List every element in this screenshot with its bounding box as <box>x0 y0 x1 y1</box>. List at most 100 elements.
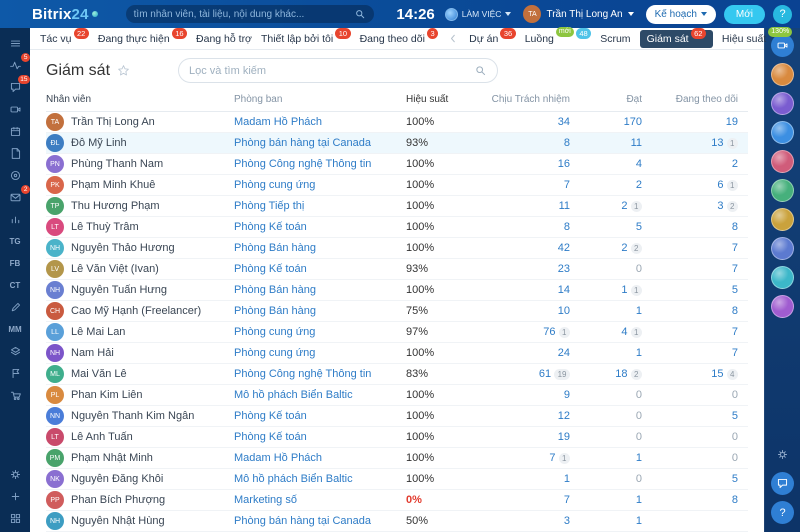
sidebar-item-automation-icon[interactable] <box>4 341 26 361</box>
sidebar-item-facebook[interactable]: FB <box>4 253 26 273</box>
work-status-dropdown[interactable]: LÀM VIỆC <box>444 7 512 21</box>
employee-name[interactable]: Lê Anh Tuấn <box>71 431 133 443</box>
column-header-5[interactable]: Đang theo dõi <box>642 94 738 105</box>
table-row[interactable]: NN Nguyễn Thanh Kim Ngân Phòng Kế toán 100%… <box>46 406 748 427</box>
sidebar-item-telegram[interactable]: TG <box>4 231 26 251</box>
table-row[interactable]: TA Trần Thị Long An Madam Hồ Phách 100% 34 17… <box>46 112 748 133</box>
employee-name[interactable]: Cao Mỹ Hạnh (Freelancer) <box>71 305 201 317</box>
resp-count-link[interactable]: 34 <box>558 116 570 128</box>
follow-count-link[interactable]: 7 <box>732 263 738 275</box>
employee-name[interactable]: Phạm Nhật Minh <box>71 452 153 464</box>
follow-count-link[interactable]: 8 <box>732 305 738 317</box>
sidebar-item-feed-icon[interactable]: 5 <box>4 53 30 75</box>
resp-count-link[interactable]: 11 <box>559 200 570 212</box>
department-link[interactable]: Phòng Kế toán <box>234 431 307 443</box>
sidebar-item-mail-icon[interactable]: 2 <box>4 185 30 207</box>
department-link[interactable]: Phòng Kế toán <box>234 410 307 422</box>
department-link[interactable]: Phòng Bán hàng <box>234 305 316 317</box>
dat-count-link[interactable]: 18 <box>615 368 627 380</box>
sidebar-item-documents-icon[interactable] <box>4 143 26 163</box>
table-row[interactable]: ML Mai Văn Lê Phòng Công nghệ Thông tin 83%… <box>46 364 748 385</box>
tab-đang-hỗ-trợ[interactable]: Đang hỗ trợ <box>196 33 252 45</box>
employee-name[interactable]: Mai Văn Lê <box>71 368 127 380</box>
column-header-2[interactable]: Hiệu suất <box>406 94 472 105</box>
employee-name[interactable]: Trần Thị Long An <box>71 116 155 128</box>
dat-count-link[interactable]: 2 <box>621 200 627 212</box>
chat-icon[interactable] <box>771 472 794 495</box>
resp-count-link[interactable]: 12 <box>558 410 570 422</box>
new-button[interactable]: Mới <box>723 4 765 24</box>
column-header-1[interactable]: Phòng ban <box>234 94 406 105</box>
recent-contact-avatar[interactable] <box>771 150 794 173</box>
resp-count-link[interactable]: 10 <box>558 305 570 317</box>
department-link[interactable]: Phòng Công nghệ Thông tin <box>234 368 371 380</box>
follow-count-link[interactable]: 19 <box>726 116 738 128</box>
resp-count-link[interactable]: 76 <box>543 326 555 338</box>
sidebar-item-market-icon[interactable] <box>4 385 26 405</box>
sidebar-item-contact-center[interactable]: CT <box>4 275 26 295</box>
table-row[interactable]: LL Lê Mai Lan Phòng cung ứng 97% 76 1 4 1 7 <box>46 322 748 343</box>
follow-count-link[interactable]: 2 <box>732 158 738 170</box>
table-row[interactable]: NH Nguyễn Thảo Hương Phòng Bán hàng 100% 42 2… <box>46 238 748 259</box>
column-header-3[interactable]: Chịu Trách nhiệm <box>472 94 570 105</box>
resp-count-link[interactable]: 23 <box>558 263 570 275</box>
employee-name[interactable]: Phan Kim Liên <box>71 389 143 401</box>
recent-contact-avatar[interactable] <box>771 63 794 86</box>
table-row[interactable]: NK Nguyễn Đăng Khôi Mô hồ phách Biển Balti… <box>46 469 748 490</box>
resp-count-link[interactable]: 19 <box>558 431 570 443</box>
resp-count-link[interactable]: 42 <box>558 242 570 254</box>
tab-tác-vụ[interactable]: Tác vụ 22 <box>40 28 89 45</box>
table-row[interactable]: PN Phùng Thanh Nam Phòng Công nghệ Thông t… <box>46 154 748 175</box>
employee-name[interactable]: Lê Thuỳ Trâm <box>71 221 139 233</box>
sidebar-item-projects-icon[interactable] <box>4 363 26 383</box>
employee-name[interactable]: Lê Văn Việt (Ivan) <box>71 263 159 275</box>
tab-luồng[interactable]: Luồng mới 48 <box>525 26 592 45</box>
follow-count-link[interactable]: 3 <box>717 200 723 212</box>
table-row[interactable]: CH Cao Mỹ Hạnh (Freelancer) Phòng Bán hàng… <box>46 301 748 322</box>
resp-count-link[interactable]: 7 <box>549 452 555 464</box>
employee-name[interactable]: Nguyễn Nhật Hùng <box>71 515 165 527</box>
follow-count-link[interactable]: 7 <box>732 242 738 254</box>
sidebar-item-drive-icon[interactable] <box>4 165 26 185</box>
dat-count-link[interactable]: 170 <box>624 116 642 128</box>
dat-count-link[interactable]: 11 <box>631 137 642 149</box>
tab-đang-theo-dõi[interactable]: Đang theo dõi 3 <box>360 28 439 45</box>
department-link[interactable]: Phòng Công nghệ Thông tin <box>234 158 371 170</box>
tab-giám-sát[interactable]: Giám sát 62 <box>639 28 713 48</box>
tab-thiết-lập-bởi-tôi[interactable]: Thiết lập bởi tôi 10 <box>261 28 351 45</box>
sidebar-item-sign-icon[interactable] <box>4 297 26 317</box>
settings-icon[interactable] <box>4 464 26 484</box>
follow-count-link[interactable]: 5 <box>732 284 738 296</box>
table-row[interactable]: LT Lê Thuỳ Trâm Phòng Kế toán 100% 8 5 8 <box>46 217 748 238</box>
employee-name[interactable]: Nguyễn Thanh Kim Ngân <box>71 410 194 422</box>
table-row[interactable]: LT Lê Anh Tuấn Phòng Kế toán 100% 19 0 0 <box>46 427 748 448</box>
follow-count-link[interactable]: 5 <box>732 473 738 485</box>
resp-count-link[interactable]: 14 <box>558 284 570 296</box>
table-row[interactable]: NH Nguyễn Tuấn Hưng Phòng Bán hàng 100% 14 1 1… <box>46 280 748 301</box>
help-icon[interactable]: ? <box>771 501 794 524</box>
tab-hiệu-suất[interactable]: Hiệu suất 130% <box>722 26 793 45</box>
department-link[interactable]: Phòng cung ứng <box>234 326 315 338</box>
table-row[interactable]: NH Nam Hải Phòng cung ứng 100% 24 1 7 <box>46 343 748 364</box>
follow-count-link[interactable]: 15 <box>711 368 723 380</box>
sidebar-item-video-calls-icon[interactable] <box>4 99 26 119</box>
plan-button[interactable]: Kế hoạch <box>645 4 716 24</box>
department-link[interactable]: Phòng cung ứng <box>234 347 315 359</box>
global-search-input[interactable]: tìm nhân viên, tài liệu, nội dung khác..… <box>125 5 374 23</box>
department-link[interactable]: Phòng Tiếp thị <box>234 200 304 212</box>
employee-name[interactable]: Nguyễn Đăng Khôi <box>71 473 163 485</box>
department-link[interactable]: Marketing số <box>234 494 297 506</box>
sidebar-item-messenger-icon[interactable]: 15 <box>4 75 30 97</box>
employee-name[interactable]: Nguyễn Thảo Hương <box>71 242 175 254</box>
employee-name[interactable]: Phạm Minh Khuê <box>71 179 155 191</box>
apps-icon[interactable] <box>4 508 26 528</box>
department-link[interactable]: Phòng cung ứng <box>234 179 315 191</box>
sidebar-item-menu-icon[interactable] <box>4 33 26 53</box>
recent-contact-avatar[interactable] <box>771 121 794 144</box>
department-link[interactable]: Phòng bán hàng tại Canada <box>234 515 371 527</box>
resp-count-link[interactable]: 16 <box>558 158 570 170</box>
follow-count-link[interactable]: 6 <box>717 179 723 191</box>
table-row[interactable]: TP Thu Hương Phạm Phòng Tiếp thị 100% 11 2 1 3 2 <box>46 196 748 217</box>
follow-count-link[interactable]: 8 <box>732 494 738 506</box>
dat-count-link[interactable]: 4 <box>621 326 627 338</box>
